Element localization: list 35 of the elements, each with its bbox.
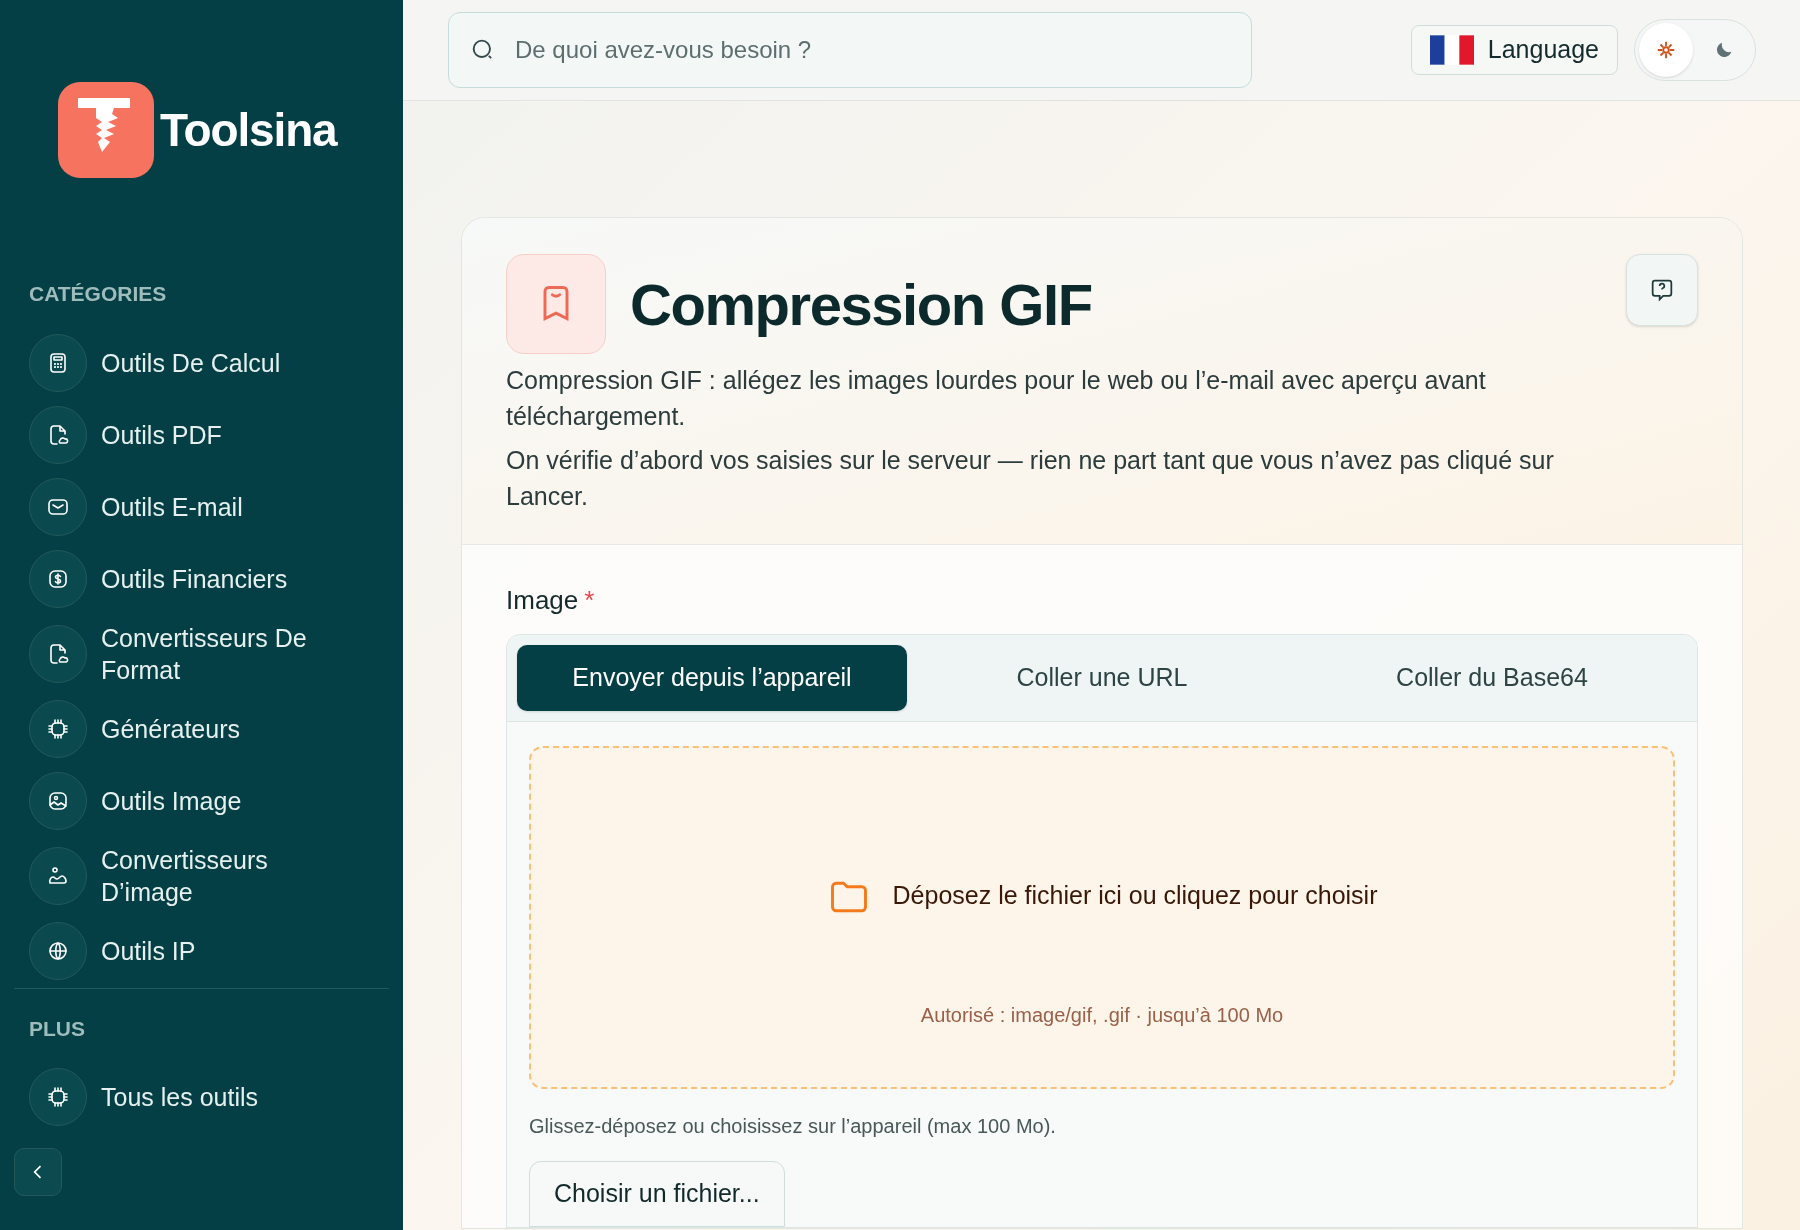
sidebar-item[interactable]: Outils De Calcul [14, 333, 389, 392]
drop-zone[interactable]: Déposez le fichier ici ou cliquez pour choisir Autorisé : image/gif, .gif · jusqu’à 100 Mo [529, 746, 1675, 1089]
required-mark: * [584, 584, 595, 617]
sidebar-item[interactable]: Outils PDF [14, 405, 389, 464]
sidebar-item[interactable]: Outils E-mail [14, 477, 389, 536]
drop-prompt: Déposez le fichier ici ou cliquez pour choisir [892, 880, 1378, 912]
search-bar[interactable]: De quoi avez-vous besoin ? [448, 12, 1252, 88]
sidebar-item[interactable]: Outils Financiers [14, 549, 389, 608]
upload-tab[interactable]: Coller une URL [907, 645, 1297, 711]
help-button[interactable] [1626, 254, 1698, 326]
logo-icon [58, 82, 154, 178]
sidebar-item[interactable]: Convertisseurs D’image [14, 843, 389, 908]
upload-tab[interactable]: Coller du Base64 [1297, 645, 1687, 711]
sidebar-item[interactable]: Convertisseurs De Format [14, 621, 389, 686]
sidebar-item[interactable]: Outils IP [14, 921, 389, 980]
section-heading: CATÉGORIES [28, 281, 168, 307]
tool-title: Compression GIF [630, 270, 1093, 339]
bookmark-icon [506, 254, 606, 354]
description-text: On vérifie d’abord vos saisies sur le serveur — rien ne part tant que vous n’avez pas cliqué sur Lancer. [506, 445, 1555, 512]
sun-button[interactable] [1639, 23, 1693, 77]
field-label: Image [506, 584, 579, 617]
sidebar-item[interactable]: Outils Image [14, 771, 389, 830]
logo-text: Toolsina [160, 102, 337, 158]
upload-hint: Glissez-déposez ou choisissez sur l’appareil (max 100 Mo). [529, 1114, 1057, 1139]
allowed-types: Autorisé : image/gif, .gif · jusqu’à 100 Mo [920, 1003, 1284, 1028]
upload-tab[interactable]: Envoyer depuis l’appareil [517, 645, 907, 711]
sidebar-item[interactable]: Tous les outils [14, 1068, 389, 1126]
language-button[interactable]: Language [1410, 25, 1618, 75]
flag-icon [1429, 35, 1474, 65]
description-text: Compression GIF : allégez les images lourdes pour le web ou l’e-mail avec aperçu avant téléchargement. [506, 365, 1487, 432]
sidebar-item[interactable]: Générateurs [14, 699, 389, 758]
choose-file-button[interactable]: Choisir un fichier... [529, 1161, 785, 1227]
sun-icon [1655, 39, 1677, 61]
section-heading: PLUS [28, 1015, 86, 1042]
search-input[interactable]: De quoi avez-vous besoin ? [515, 32, 1231, 68]
